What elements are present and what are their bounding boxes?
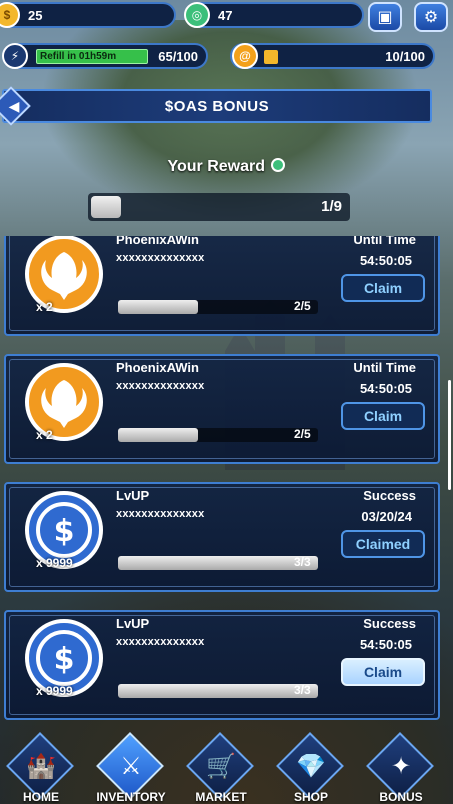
claim-button[interactable]: Claim <box>341 402 425 430</box>
castle-icon: 🏰 <box>26 753 56 780</box>
reward-status: Until Time <box>353 236 416 247</box>
claimed-button[interactable]: Claimed <box>341 530 425 558</box>
wallet-icon: ▣ <box>377 9 393 26</box>
reward-progress-bar <box>118 428 318 442</box>
svg-text:$: $ <box>54 642 75 677</box>
reward-quantity: x 2 <box>36 300 53 314</box>
reward-status: Success <box>363 616 416 631</box>
reward-time: 54:50:05 <box>359 637 412 652</box>
reward-progress-fill <box>118 556 318 570</box>
reward-heading: Your Reward <box>0 158 453 176</box>
reward-description: xxxxxxxxxxxxxx <box>116 252 205 264</box>
reward-progress-bar <box>118 684 318 698</box>
refill-timer: Refill in 01h59m <box>40 51 117 62</box>
reward-list[interactable]: x 2 PhoenixAWin xxxxxxxxxxxxxx 2/5 Until… <box>0 236 446 726</box>
reward-progress-fill <box>118 684 318 698</box>
energy-refill-bar: Refill in 01h59m <box>36 49 148 64</box>
reward-status: Success <box>363 488 416 503</box>
reward-title: Your Reward <box>167 158 266 175</box>
nav-home[interactable]: 🏰 HOME <box>6 732 76 804</box>
wallet-button[interactable]: ▣ <box>368 2 402 32</box>
gem-count: 47 <box>218 7 233 23</box>
reward-progress-fill <box>91 196 121 218</box>
reward-card: $ x 9999 LvUP xxxxxxxxxxxxxx 3/3 Success… <box>4 482 440 592</box>
reward-progress-text: 2/5 <box>294 299 311 313</box>
reward-description: xxxxxxxxxxxxxx <box>116 508 205 520</box>
reward-progress-text: 3/3 <box>294 683 311 697</box>
reward-progress-text: 1/9 <box>321 198 342 215</box>
reward-progress-fill <box>118 428 198 442</box>
energy-meter: Refill in 01h59m 65/100 <box>2 43 208 69</box>
nav-bonus[interactable]: ✦ BONUS <box>366 732 436 804</box>
nav-label: HOME <box>23 790 59 804</box>
nav-inventory[interactable]: ⚔ INVENTORY <box>96 732 166 804</box>
energy-value: 65/100 <box>158 49 198 64</box>
reward-name: LvUP <box>116 488 150 503</box>
reward-name: PhoenixAWin <box>116 236 199 247</box>
bonus-icon: ✦ <box>390 753 412 780</box>
gem-counter: 47 <box>188 2 364 28</box>
bottom-nav: 🏰 HOME ⚔ INVENTORY 🛒 MARKET 💎 SHOP ✦ BON… <box>0 732 453 804</box>
reward-progress-bar <box>118 300 318 314</box>
cart-icon: 🛒 <box>206 753 236 780</box>
settings-button[interactable]: ⚙ <box>414 2 448 32</box>
svg-text:$: $ <box>54 514 75 549</box>
nav-label: BONUS <box>379 790 423 804</box>
lightning-icon: ⚡ <box>2 43 28 69</box>
chevron-left-icon: ◀ <box>8 98 20 114</box>
page-title-banner: $OAS BONUS <box>2 89 432 123</box>
nav-market[interactable]: 🛒 MARKET <box>186 732 256 804</box>
reward-quantity: x 2 <box>36 428 53 442</box>
reward-quantity: x 9999 <box>36 556 73 570</box>
nav-label: MARKET <box>195 790 247 804</box>
reward-progress-text: 2/5 <box>294 427 311 441</box>
reward-progress: 1/9 <box>88 193 350 221</box>
crystal-icon: 💎 <box>296 753 326 780</box>
reward-progress-text: 3/3 <box>294 555 311 569</box>
reward-card: x 2 PhoenixAWin xxxxxxxxxxxxxx 2/5 Until… <box>4 236 440 336</box>
gear-icon: ⚙ <box>423 9 439 26</box>
page-title: $OAS BONUS <box>164 97 270 115</box>
nav-label: INVENTORY <box>96 790 166 804</box>
reward-progress-bar <box>118 556 318 570</box>
coin-count: 25 <box>28 7 43 23</box>
reward-description: xxxxxxxxxxxxxx <box>116 636 205 648</box>
gold-value: 10/100 <box>385 49 425 64</box>
reward-name: LvUP <box>116 616 150 631</box>
reward-date: 03/20/24 <box>361 509 412 524</box>
nav-shop[interactable]: 💎 SHOP <box>276 732 346 804</box>
nav-label: SHOP <box>293 790 328 804</box>
reward-time: 54:50:05 <box>359 381 412 396</box>
reward-card: $ x 9999 LvUP xxxxxxxxxxxxxx 3/3 Success… <box>4 610 440 720</box>
reward-name: PhoenixAWin <box>116 360 199 375</box>
gem-icon <box>271 158 286 172</box>
reward-progress-fill <box>118 300 198 314</box>
gold-bar <box>264 50 278 64</box>
claim-button[interactable]: Claim <box>341 658 425 686</box>
gold-meter: 10/100 <box>230 43 435 69</box>
list-scrollbar[interactable] <box>448 380 451 490</box>
reward-description: xxxxxxxxxxxxxx <box>116 380 205 392</box>
gold-coin-icon: @ <box>232 43 258 69</box>
gem-icon: ◎ <box>184 2 210 28</box>
coin-counter: 25 <box>0 2 176 28</box>
reward-card: x 2 PhoenixAWin xxxxxxxxxxxxxx 2/5 Until… <box>4 354 440 464</box>
reward-quantity: x 9999 <box>36 684 73 698</box>
reward-time: 54:50:05 <box>359 253 412 268</box>
reward-status: Until Time <box>353 360 416 375</box>
crossed-swords-icon: ⚔ <box>120 753 142 780</box>
claim-button[interactable]: Claim <box>341 274 425 302</box>
